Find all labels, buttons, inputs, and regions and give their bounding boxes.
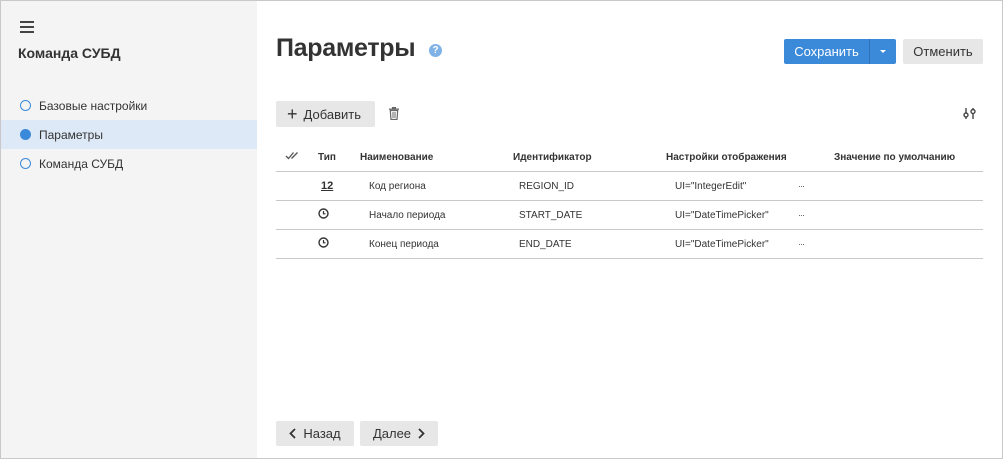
display-cell: UI="IntegerEdit" ··· <box>666 181 834 192</box>
select-all-column[interactable] <box>276 151 309 163</box>
type-cell <box>309 237 360 251</box>
hamburger-menu-icon[interactable] <box>20 21 34 33</box>
id-cell: END_DATE <box>519 238 572 250</box>
double-check-icon <box>285 152 298 160</box>
sidebar: Команда СУБД Базовые настройки Параметры… <box>1 1 257 458</box>
display-cell: UI="DateTimePicker" ··· <box>666 210 834 221</box>
table-row[interactable]: Конец периода END_DATE UI="DateTimePicke… <box>276 230 983 259</box>
column-header-display[interactable]: Настройки отображения <box>666 152 834 163</box>
column-header-type[interactable]: Тип <box>309 152 360 163</box>
more-icon[interactable]: ··· <box>798 239 805 250</box>
name-cell: Начало периода <box>369 209 446 221</box>
next-button[interactable]: Далее <box>360 421 438 446</box>
page-title: Параметры <box>276 34 416 62</box>
table-row[interactable]: 12 Код региона REGION_ID UI="IntegerEdit… <box>276 172 983 201</box>
clock-icon <box>318 237 329 248</box>
main-panel: Параметры ? Сохранить Отменить + Добавит… <box>257 1 1002 458</box>
name-cell: Конец периода <box>369 238 439 250</box>
step-label: Параметры <box>39 127 103 142</box>
clock-icon <box>318 208 329 219</box>
id-cell: START_DATE <box>519 209 583 221</box>
display-value: UI="DateTimePicker" <box>675 238 769 250</box>
chevron-left-icon <box>289 428 297 439</box>
cancel-button[interactable]: Отменить <box>903 39 983 64</box>
back-button-label: Назад <box>303 426 341 441</box>
integer-icon: 12 <box>321 180 334 192</box>
step-base-settings[interactable]: Базовые настройки <box>1 91 257 120</box>
column-header-name[interactable]: Наименование <box>360 152 513 163</box>
type-cell: 12 <box>309 180 360 192</box>
parameters-table: Тип Наименование Идентификатор Настройки… <box>276 143 983 259</box>
save-dropdown-button[interactable] <box>870 39 896 64</box>
step-radio-icon <box>20 100 31 111</box>
column-settings-icon[interactable] <box>963 107 976 120</box>
table-header: Тип Наименование Идентификатор Настройки… <box>276 143 983 172</box>
save-split-button: Сохранить <box>784 39 896 64</box>
wizard-steps: Базовые настройки Параметры Команда СУБД <box>1 91 257 178</box>
step-label: Базовые настройки <box>39 98 148 113</box>
display-value: UI="DateTimePicker" <box>675 209 769 221</box>
id-cell: REGION_ID <box>519 180 575 192</box>
name-cell: Код региона <box>369 180 426 192</box>
display-value: UI="IntegerEdit" <box>675 180 747 192</box>
plus-icon: + <box>287 104 298 124</box>
display-cell: UI="DateTimePicker" ··· <box>666 239 834 250</box>
step-dbms-command[interactable]: Команда СУБД <box>1 149 257 178</box>
trash-icon[interactable] <box>388 107 400 120</box>
back-button[interactable]: Назад <box>276 421 354 446</box>
add-button-label: Добавить <box>303 106 361 122</box>
next-button-label: Далее <box>372 426 412 441</box>
window: Команда СУБД Базовые настройки Параметры… <box>0 0 1003 459</box>
type-cell <box>309 208 360 222</box>
chevron-right-icon <box>418 428 425 439</box>
more-icon[interactable]: ··· <box>798 181 805 192</box>
more-icon[interactable]: ··· <box>798 210 805 221</box>
step-radio-icon <box>20 129 31 140</box>
chevron-down-icon <box>880 50 886 53</box>
add-button[interactable]: + Добавить <box>276 101 375 127</box>
step-radio-icon <box>20 158 31 169</box>
sidebar-title: Команда СУБД <box>18 45 121 61</box>
column-header-id[interactable]: Идентификатор <box>513 152 666 163</box>
step-label: Команда СУБД <box>39 156 124 171</box>
help-icon[interactable]: ? <box>429 44 442 57</box>
table-row[interactable]: Начало периода START_DATE UI="DateTimePi… <box>276 201 983 230</box>
save-button[interactable]: Сохранить <box>784 39 870 64</box>
column-header-default[interactable]: Значение по умолчанию <box>834 152 983 163</box>
step-parameters[interactable]: Параметры <box>1 120 257 149</box>
